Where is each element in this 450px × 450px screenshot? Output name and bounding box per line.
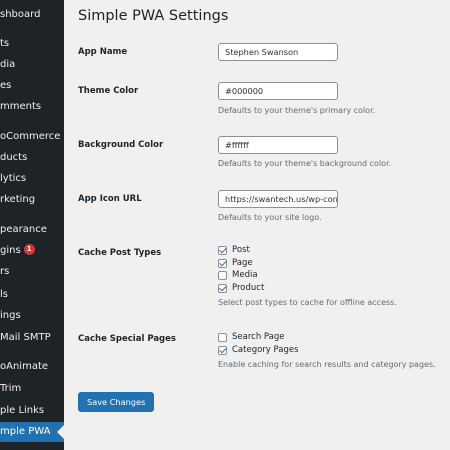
- checkbox-post[interactable]: [218, 245, 227, 255]
- sidebar-item-label: ts: [0, 38, 10, 49]
- sidebar-item-label: rketing: [0, 194, 36, 205]
- sidebar-item-woocommerce[interactable]: oCommerce: [0, 127, 64, 147]
- sidebar-item-label: pearance: [0, 224, 47, 235]
- checkbox-product[interactable]: [218, 283, 227, 293]
- app-name-input[interactable]: Stephen Swanson: [218, 43, 338, 61]
- cache-post-types-label: Cache Post Types: [78, 248, 162, 258]
- sidebar-item-label: Mail SMTP: [0, 332, 51, 343]
- checkbox-label-search-page[interactable]: Search Page: [232, 332, 284, 342]
- sidebar-item-analytics[interactable]: lytics: [0, 169, 64, 189]
- theme-color-description: Defaults to your theme's primary color.: [218, 106, 376, 115]
- sidebar-item-tools[interactable]: ls: [0, 285, 64, 305]
- sidebar-item-label: ls: [0, 289, 8, 300]
- checkbox-label-product[interactable]: Product: [232, 283, 264, 293]
- sidebar-item-label: rs: [0, 266, 10, 277]
- app-icon-url-description: Defaults to your site logo.: [218, 213, 322, 222]
- cache-special-pages-label: Cache Special Pages: [78, 334, 176, 344]
- sidebar-item-label: mments: [0, 101, 42, 112]
- sidebar-item-wp-mail-smtp[interactable]: Mail SMTP: [0, 328, 64, 348]
- sidebar-item-dashboard[interactable]: shboard: [0, 5, 64, 25]
- app-icon-url-label: App Icon URL: [78, 194, 142, 204]
- app-name-label: App Name: [78, 47, 128, 57]
- sidebar-item-marketing[interactable]: rketing: [0, 190, 64, 210]
- sidebar-item-label: lytics: [0, 173, 27, 184]
- sidebar-item-pages[interactable]: es: [0, 76, 64, 96]
- sidebar-item-label: dia: [0, 59, 16, 70]
- sidebar-item-label: ducts: [0, 152, 28, 163]
- check-icon: [219, 258, 227, 267]
- admin-sidebar: shboard ts dia es mments oCommerce ducts…: [0, 0, 64, 450]
- app-icon-url-input[interactable]: https://swantech.us/wp-content: [218, 190, 338, 208]
- sidebar-item-label: Trim: [0, 383, 22, 394]
- sidebar-item-label: es: [0, 80, 12, 91]
- check-icon: [219, 245, 227, 254]
- sidebar-item-label: oAnimate: [0, 361, 49, 372]
- checkbox-label-category-pages[interactable]: Category Pages: [232, 345, 299, 355]
- update-count-badge: 1: [23, 243, 35, 255]
- checkbox-search-page[interactable]: [218, 333, 227, 342]
- sidebar-item-autoanimate[interactable]: oAnimate: [0, 357, 64, 377]
- current-page-arrow: [57, 425, 64, 439]
- theme-color-input[interactable]: #000000: [218, 82, 338, 100]
- sidebar-item-users[interactable]: rs: [0, 262, 64, 282]
- checkbox-label-media[interactable]: Media: [232, 270, 258, 280]
- sidebar-item-label: mple PWA: [0, 426, 51, 437]
- checkbox-page[interactable]: [218, 258, 227, 268]
- sidebar-item-trim[interactable]: Trim: [0, 379, 64, 399]
- sidebar-item-label: shboard: [0, 9, 41, 20]
- checkbox-label-post[interactable]: Post: [232, 245, 250, 255]
- cache-post-types-description: Select post types to cache for offline a…: [218, 298, 397, 307]
- sidebar-item-label: oCommerce: [0, 131, 61, 142]
- sidebar-item-posts[interactable]: ts: [0, 34, 64, 54]
- sidebar-item-products[interactable]: ducts: [0, 148, 64, 168]
- checkbox-media[interactable]: [218, 271, 227, 280]
- sidebar-item-label: gins: [0, 245, 21, 256]
- sidebar-item-label: ings: [0, 310, 21, 321]
- sidebar-item-label-wrap: gins 1: [0, 241, 35, 261]
- checkbox-category-pages[interactable]: [218, 345, 227, 355]
- settings-page: Simple PWA Settings App Name Stephen Swa…: [64, 0, 450, 450]
- checkbox-label-page[interactable]: Page: [232, 258, 253, 268]
- page-title: Simple PWA Settings: [78, 8, 229, 24]
- sidebar-item-simple-links[interactable]: ple Links: [0, 401, 64, 421]
- check-icon: [219, 283, 227, 292]
- sidebar-item-simple-pwa[interactable]: mple PWA: [0, 422, 64, 442]
- background-color-input[interactable]: #ffffff: [218, 136, 338, 154]
- sidebar-item-plugins[interactable]: gins 1: [0, 241, 64, 261]
- sidebar-item-settings[interactable]: ings: [0, 306, 64, 326]
- sidebar-item-media[interactable]: dia: [0, 55, 64, 75]
- sidebar-item-label: ple Links: [0, 405, 45, 416]
- sidebar-item-comments[interactable]: mments: [0, 97, 64, 117]
- background-color-label: Background Color: [78, 140, 164, 150]
- check-icon: [219, 345, 227, 354]
- save-changes-button[interactable]: Save Changes: [78, 392, 155, 412]
- sidebar-item-appearance[interactable]: pearance: [0, 220, 64, 240]
- background-color-description: Defaults to your theme's background colo…: [218, 159, 392, 168]
- cache-special-pages-description: Enable caching for search results and ca…: [218, 360, 436, 369]
- theme-color-label: Theme Color: [78, 86, 139, 96]
